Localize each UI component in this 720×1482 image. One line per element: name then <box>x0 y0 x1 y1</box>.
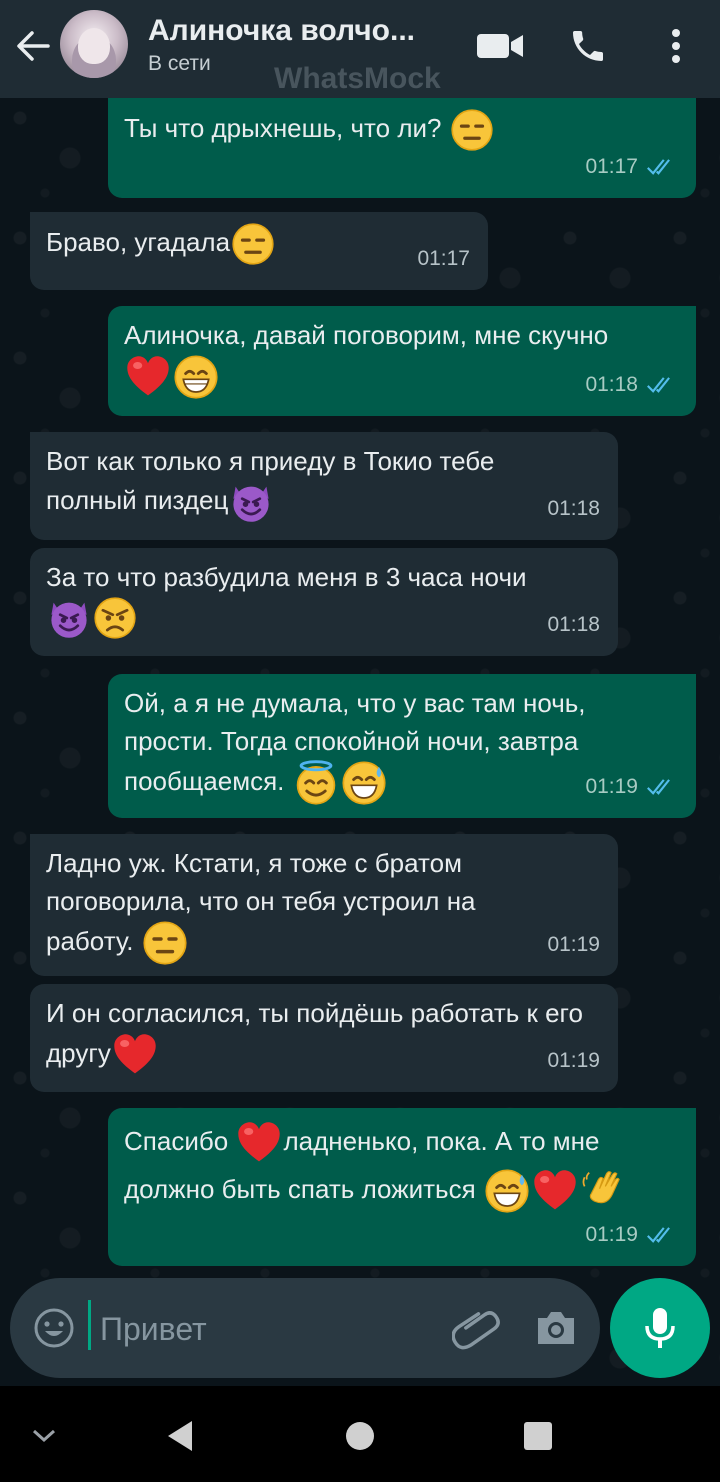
message-bubble-outgoing[interactable]: Алиночка, давай поговорим, мне скучно 01… <box>108 306 696 416</box>
message-meta: 01:19 <box>547 926 600 964</box>
read-ticks-icon <box>646 375 678 395</box>
recents-square-icon[interactable] <box>518 1416 558 1456</box>
message-time: 01:17 <box>585 155 638 178</box>
message-text: За то что разбудила меня в 3 часа ночи <box>46 562 527 592</box>
message-bubble-outgoing[interactable]: Спасибо ладненько, пока. А то мне должно… <box>108 1108 696 1266</box>
red-heart-emoji-icon <box>236 1120 282 1166</box>
message-meta: 01:18 <box>585 366 678 404</box>
red-heart-emoji-icon <box>112 1032 158 1078</box>
video-call-icon[interactable] <box>474 22 526 70</box>
message-text: Ты что дрыхнешь, что ли? <box>124 112 442 143</box>
message-time: 01:19 <box>547 1049 600 1072</box>
sweat-smile-emoji-icon <box>341 760 387 806</box>
back-triangle-icon[interactable] <box>160 1416 200 1456</box>
message-text-wrap: Спасибо ладненько, пока. А то мне должно… <box>124 1118 678 1214</box>
message-text-wrap: Ты что дрыхнешь, что ли? <box>124 108 678 152</box>
message-emojis <box>46 596 600 640</box>
message-text-wrap: Ой, а я не думала, что у вас там ночь, п… <box>124 684 644 806</box>
read-ticks-icon <box>646 157 678 177</box>
read-ticks-icon <box>646 1225 678 1245</box>
expressionless-emoji-icon <box>450 108 494 152</box>
message-text-wrap: И он согласился, ты пойдёшь работать к е… <box>46 994 596 1078</box>
message-text: Браво, угадала <box>46 226 231 257</box>
message-text-wrap: Вот как только я приеду в Токио тебе пол… <box>46 442 546 524</box>
message-input[interactable] <box>98 1300 432 1358</box>
message-meta: 01:19 <box>547 1042 600 1080</box>
message-time: 01:18 <box>547 613 600 636</box>
red-heart-emoji-icon <box>532 1168 578 1214</box>
more-vert-icon[interactable] <box>650 22 702 70</box>
message-bubble-incoming[interactable]: За то что разбудила меня в 3 часа ночи 0… <box>30 548 618 656</box>
camera-icon[interactable] <box>532 1304 580 1352</box>
attach-icon[interactable] <box>451 1302 504 1354</box>
angry-emoji-icon <box>93 596 137 640</box>
message-text-wrap: Ладно уж. Кстати, я тоже с братом погово… <box>46 844 536 966</box>
smiling-devil-emoji-icon <box>229 480 273 524</box>
read-ticks-icon <box>646 777 678 797</box>
phone-icon[interactable] <box>562 22 614 70</box>
chat-area[interactable]: Ты что дрыхнешь, что ли? 01:17 Браво, уг… <box>0 98 720 1386</box>
mic-button[interactable] <box>610 1278 710 1378</box>
message-time: 01:19 <box>585 775 638 798</box>
halo-emoji-icon <box>293 760 339 806</box>
message-bubble-outgoing[interactable]: Ой, а я не думала, что у вас там ночь, п… <box>108 674 696 818</box>
message-bubble-incoming[interactable]: Ладно уж. Кстати, я тоже с братом погово… <box>30 834 618 976</box>
smiling-devil-emoji-icon <box>47 596 91 640</box>
emoji-icon[interactable] <box>32 1306 76 1350</box>
message-composer <box>10 1278 600 1378</box>
message-bubble-incoming[interactable]: Вот как только я приеду в Токио тебе пол… <box>30 432 618 540</box>
back-arrow-icon[interactable] <box>12 26 56 66</box>
expressionless-emoji-icon <box>142 920 188 966</box>
chat-header: Алиночка волчо... В сети WhatsMock <box>0 0 720 98</box>
message-bubble-incoming[interactable]: И он согласился, ты пойдёшь работать к е… <box>30 984 618 1092</box>
message-meta: 01:19 <box>585 768 678 806</box>
contact-status: В сети <box>148 52 211 75</box>
chevron-down-icon[interactable] <box>24 1416 64 1456</box>
message-bubble-outgoing[interactable]: Ты что дрыхнешь, что ли? 01:17 <box>108 98 696 198</box>
red-heart-emoji-icon <box>125 354 171 400</box>
waving-hand-emoji-icon <box>580 1168 626 1214</box>
contact-name[interactable]: Алиночка волчо... <box>148 14 448 50</box>
mic-icon <box>645 1308 675 1348</box>
message-meta: 01:18 <box>547 606 600 644</box>
message-time: 01:17 <box>417 247 470 270</box>
message-meta: 01:19 <box>585 1216 678 1254</box>
message-text-wrap: Браво, угадала <box>46 222 470 266</box>
message-text: Ладно уж. Кстати, я тоже с братом погово… <box>46 848 476 956</box>
avatar[interactable] <box>60 10 128 78</box>
text-cursor <box>88 1300 91 1350</box>
message-time: 01:19 <box>585 1223 638 1246</box>
sweat-smile-emoji-icon <box>484 1168 530 1214</box>
watermark: WhatsMock <box>274 62 441 95</box>
message-time: 01:19 <box>547 933 600 956</box>
message-time: 01:18 <box>547 497 600 520</box>
message-meta: 01:17 <box>585 148 678 186</box>
message-text: Алиночка, давай поговорим, мне скучно <box>124 320 609 350</box>
message-text-a: Спасибо <box>124 1126 229 1156</box>
system-nav-bar <box>0 1386 720 1482</box>
message-bubble-incoming[interactable]: Браво, угадала 01:17 <box>30 212 488 290</box>
expressionless-emoji-icon <box>231 222 275 266</box>
message-meta: 01:18 <box>547 490 600 528</box>
message-meta: 01:17 <box>417 240 470 278</box>
grin-emoji-icon <box>173 354 219 400</box>
message-time: 01:18 <box>585 373 638 396</box>
home-circle-icon[interactable] <box>340 1416 380 1456</box>
